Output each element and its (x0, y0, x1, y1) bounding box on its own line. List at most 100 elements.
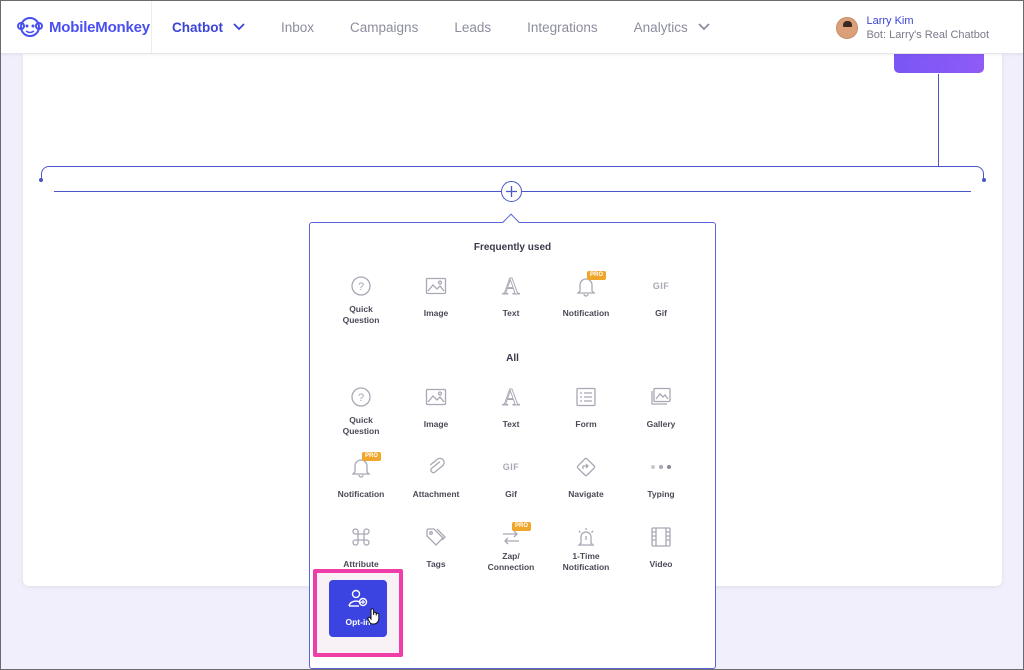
widget-gif-all[interactable]: GIF Gif (473, 455, 549, 517)
gif-icon: GIF (652, 281, 670, 291)
pro-badge: PRO (512, 522, 532, 531)
nav-chatbot[interactable]: Chatbot (172, 20, 245, 35)
question-circle-icon: ? (351, 387, 371, 407)
nav-integrations[interactable]: Integrations (527, 20, 598, 35)
widget-label: Image (423, 308, 449, 318)
widget-form[interactable]: Form (548, 385, 624, 447)
section-title-all: All (506, 353, 519, 364)
nav-analytics[interactable]: Analytics (634, 20, 710, 35)
widget-label: Gif (655, 308, 667, 318)
widget-typing[interactable]: Typing (623, 455, 699, 517)
alert-bell-icon (577, 528, 595, 546)
question-glyph: ? (358, 392, 364, 404)
add-step-button[interactable] (501, 181, 522, 202)
widget-video[interactable]: Video (623, 525, 699, 587)
widget-attachment[interactable]: Attachment (398, 455, 474, 517)
film-icon (651, 527, 671, 547)
command-icon (352, 528, 370, 546)
widget-gif[interactable]: GIF Gif (623, 274, 699, 336)
widget-label: Notification (337, 489, 385, 499)
gallery-icon (651, 387, 671, 405)
widget-label: Typing (647, 489, 675, 499)
connector-line-left (54, 191, 501, 192)
nav-leads[interactable]: Leads (454, 20, 491, 35)
main-nav: Chatbot Inbox Campaigns Leads Integratio… (152, 1, 710, 53)
widget-label: Gallery (646, 419, 676, 429)
text-icon: A (502, 385, 521, 409)
connector-dot-right (982, 178, 986, 182)
tag-icon (426, 528, 446, 546)
widget-label: Notification (562, 308, 610, 318)
navigate-icon (576, 457, 596, 477)
brand-name: MobileMonkey (49, 18, 150, 36)
user-add-icon (348, 589, 368, 607)
widget-image-all[interactable]: Image (398, 385, 474, 447)
widget-label: Tags (426, 559, 446, 569)
widget-label: Quick Question (342, 415, 380, 436)
widget-image[interactable]: Image (398, 274, 474, 336)
top-header: MobileMonkey Chatbot Inbox Campaigns Lea… (1, 1, 1023, 54)
widget-label: Gif (505, 489, 517, 499)
user-name: Larry Kim (866, 15, 914, 27)
user-bot-name: Bot: Larry's Real Chatbot (866, 29, 989, 41)
nav-inbox-label: Inbox (281, 19, 315, 35)
nav-analytics-label: Analytics (633, 19, 688, 35)
plus-icon (506, 186, 517, 197)
widget-tags[interactable]: Tags (398, 525, 474, 587)
pro-badge: PRO (362, 452, 382, 461)
image-icon (425, 277, 447, 295)
flow-node-button[interactable] (894, 54, 984, 73)
nav-campaigns-label: Campaigns (350, 19, 419, 35)
section-title-frequent: Frequently used (473, 242, 552, 253)
widget-opt-in-highlight: Opt-in (313, 569, 403, 657)
widget-navigate[interactable]: Navigate (548, 455, 624, 517)
widget-zap-connection[interactable]: PRO Zap/ Connection (473, 522, 549, 587)
nav-leads-label: Leads (454, 19, 492, 35)
typing-dots-icon (651, 465, 671, 469)
widget-label: Quick Question (342, 304, 380, 325)
monkey-logo-icon (17, 17, 43, 37)
pro-badge: PRO (587, 271, 607, 280)
widget-label: Text (502, 419, 520, 429)
widget-label: Image (423, 419, 449, 429)
text-icon: A (502, 274, 521, 298)
image-icon (425, 388, 447, 406)
question-glyph: ? (358, 281, 364, 293)
user-menu[interactable]: Larry Kim Bot: Larry's Real Chatbot (836, 14, 989, 42)
widget-label: Attachment (412, 489, 460, 499)
widget-quick-question-all[interactable]: ? Quick Question (323, 385, 399, 447)
connector-line-right (522, 191, 971, 192)
widget-label: Form (575, 419, 597, 429)
paperclip-icon (429, 457, 445, 474)
widget-label: 1-Time Notification (562, 551, 610, 572)
brand-logo[interactable]: MobileMonkey (1, 1, 152, 53)
nav-integrations-label: Integrations (527, 19, 598, 35)
question-circle-icon: ? (351, 276, 371, 296)
nav-chatbot-label: Chatbot (172, 19, 223, 35)
widget-label: Zap/ Connection (487, 551, 535, 572)
widget-quick-question[interactable]: ? Quick Question (323, 274, 399, 336)
widget-label: Text (502, 308, 520, 318)
connector-dot-left (39, 178, 43, 182)
form-icon (576, 387, 596, 407)
widget-text[interactable]: A Text (473, 274, 549, 336)
widget-label: Navigate (568, 489, 604, 499)
connector-line-vertical (938, 74, 939, 167)
connector-bracket (41, 166, 984, 181)
chevron-down-icon (233, 23, 245, 31)
add-widget-popup: Frequently used ? Quick Question Image A… (309, 222, 716, 669)
nav-campaigns[interactable]: Campaigns (350, 20, 418, 35)
avatar (836, 17, 859, 39)
widget-one-time-notification[interactable]: 1-Time Notification (548, 525, 624, 587)
widget-gallery[interactable]: Gallery (623, 385, 699, 447)
chevron-down-icon (698, 23, 710, 31)
widget-text-all[interactable]: A Text (473, 385, 549, 447)
widget-label: Video (649, 559, 673, 569)
hand-cursor-icon (367, 608, 380, 625)
gif-icon: GIF (502, 462, 520, 472)
widget-notification-all[interactable]: PRO Notification (323, 452, 399, 517)
widget-notification[interactable]: PRO Notification (548, 271, 624, 336)
text-glyph: A (502, 385, 520, 409)
nav-inbox[interactable]: Inbox (281, 20, 314, 35)
text-glyph: A (502, 274, 520, 298)
